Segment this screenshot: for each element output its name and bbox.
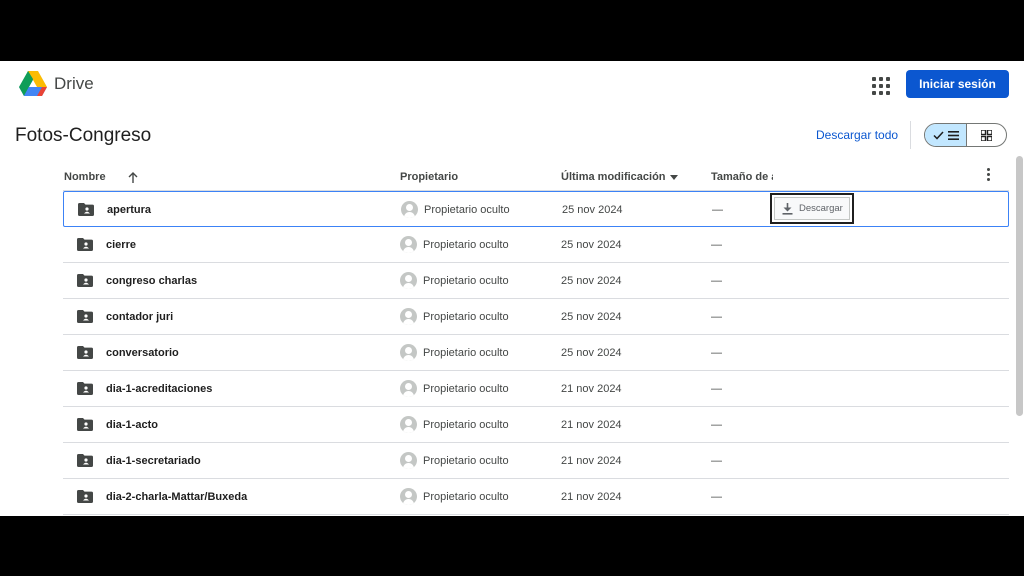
owner-avatar (400, 416, 417, 433)
modified-date: 25 nov 2024 (561, 275, 622, 287)
column-modified[interactable]: Última modificación (561, 171, 678, 183)
column-modified-label: Última modificación (561, 171, 666, 183)
file-name: conversatorio (106, 347, 179, 359)
view-toggle (924, 123, 1007, 147)
column-name[interactable]: Nombre (64, 171, 138, 183)
sign-in-button[interactable]: Iniciar sesión (906, 70, 1009, 98)
file-size: — (711, 239, 722, 251)
modified-date: 21 nov 2024 (561, 419, 622, 431)
download-all-link[interactable]: Descargar todo (816, 128, 898, 142)
owner-avatar (400, 488, 417, 505)
caret-down-icon (669, 174, 678, 180)
shared-folder-icon (77, 346, 93, 359)
list-icon (947, 130, 959, 140)
modified-date: 25 nov 2024 (562, 204, 623, 216)
table-row[interactable]: dia-2-charla-Mattar/Buxeda Propietario oc… (63, 479, 1009, 515)
shared-folder-icon (77, 418, 93, 431)
table-row[interactable]: contador juri Propietario oculto 25 nov 20… (63, 299, 1009, 335)
table-row[interactable]: dia-1-secretariado Propietario oculto 21 n… (63, 443, 1009, 479)
google-apps-icon[interactable] (868, 73, 894, 99)
column-owner[interactable]: Propietario (400, 171, 458, 183)
modified-date: 25 nov 2024 (561, 347, 622, 359)
table-row[interactable]: congreso charlas Propietario oculto 25 nov… (63, 263, 1009, 299)
column-size[interactable]: Tamaño de a (711, 171, 773, 183)
file-name: congreso charlas (106, 275, 198, 287)
download-label: Descargar (799, 203, 843, 214)
owner-name: Propietario oculto (423, 311, 509, 323)
owner-name: Propietario oculto (423, 455, 509, 467)
grid-view-button[interactable] (967, 124, 1006, 146)
owner-avatar (400, 344, 417, 361)
file-size: — (711, 275, 722, 287)
owner-name: Propietario oculto (423, 275, 509, 287)
brand-name: Drive (54, 74, 94, 93)
file-size: — (711, 383, 722, 395)
owner-name: Propietario oculto (423, 239, 509, 251)
modified-date: 25 nov 2024 (561, 239, 622, 251)
shared-folder-icon (77, 274, 93, 287)
shared-folder-icon (77, 490, 93, 503)
file-name: dia-1-acreditaciones (106, 383, 213, 395)
file-size: — (711, 311, 722, 323)
modified-date: 25 nov 2024 (561, 311, 622, 323)
arrow-up-icon (128, 171, 138, 183)
file-name: contador juri (106, 311, 174, 323)
table-row[interactable]: cierre Propietario oculto 25 nov 2024 — (63, 227, 1009, 263)
shared-folder-icon (77, 238, 93, 251)
owner-name: Propietario oculto (423, 347, 509, 359)
download-icon (782, 202, 793, 215)
modified-date: 21 nov 2024 (561, 491, 622, 503)
download-button[interactable]: Descargar (770, 193, 854, 224)
owner-avatar (400, 308, 417, 325)
owner-name: Propietario oculto (423, 491, 509, 503)
file-size: — (711, 455, 722, 467)
owner-avatar (400, 236, 417, 253)
file-name: dia-1-acto (106, 419, 158, 431)
download-button-inner: Descargar (774, 197, 850, 220)
owner-name: Propietario oculto (423, 419, 509, 431)
file-size: — (711, 491, 722, 503)
table-header: Nombre Propietario Última modificación T… (63, 164, 1009, 191)
table-row[interactable]: dia-1-acto Propietario oculto 21 nov 2024 — (63, 407, 1009, 443)
owner-avatar (400, 380, 417, 397)
shared-folder-icon (77, 310, 93, 323)
letterbox-top (0, 0, 1024, 61)
more-vert-icon[interactable] (984, 168, 992, 181)
grid-icon (981, 129, 992, 141)
table-row[interactable]: apertura Propietario oculto 25 nov 2024 — De… (63, 191, 1009, 227)
owner-avatar (401, 201, 418, 218)
modified-date: 21 nov 2024 (561, 455, 622, 467)
drive-logo-icon (19, 71, 47, 96)
file-name: dia-1-secretariado (106, 455, 201, 467)
file-name: apertura (107, 204, 152, 216)
letterbox-bottom (0, 516, 1024, 576)
divider (910, 121, 911, 149)
modified-date: 21 nov 2024 (561, 383, 622, 395)
column-name-label: Nombre (64, 171, 106, 183)
drive-app: Drive Iniciar sesión Fotos-Congreso Desc… (0, 61, 1024, 516)
file-name: cierre (106, 239, 136, 251)
list-view-button[interactable] (925, 124, 967, 146)
owner-name: Propietario oculto (424, 204, 510, 216)
shared-folder-icon (77, 382, 93, 395)
folder-title: Fotos-Congreso (15, 125, 152, 146)
owner-avatar (400, 272, 417, 289)
shared-folder-icon (77, 454, 93, 467)
file-name: dia-2-charla-Mattar/Buxeda (106, 491, 248, 503)
file-size: — (711, 419, 722, 431)
table-row[interactable]: dia-1-acreditaciones Propietario oculto 21… (63, 371, 1009, 407)
check-icon (932, 130, 944, 140)
top-bar: Drive Iniciar sesión (0, 61, 1024, 107)
table-row[interactable]: conversatorio Propietario oculto 25 nov 20… (63, 335, 1009, 371)
owner-name: Propietario oculto (423, 383, 509, 395)
owner-avatar (400, 452, 417, 469)
scrollbar[interactable] (1016, 156, 1023, 416)
shared-folder-icon (78, 203, 94, 216)
file-size: — (712, 204, 723, 216)
file-size: — (711, 347, 722, 359)
